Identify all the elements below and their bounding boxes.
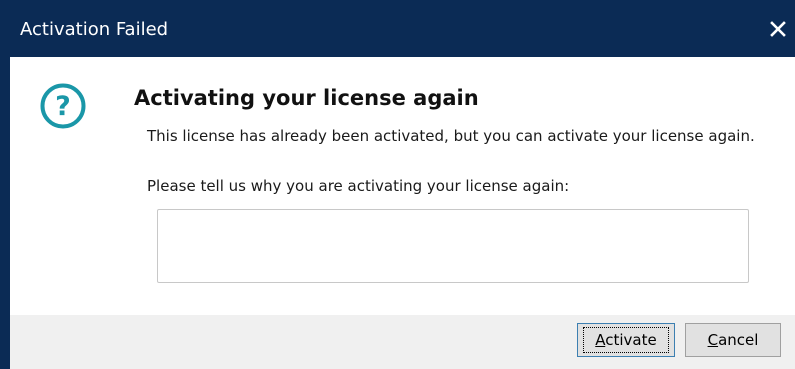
reason-input[interactable] bbox=[157, 209, 749, 283]
close-button[interactable] bbox=[761, 12, 795, 46]
activation-failed-dialog: Activation Failed ? Activating your lice… bbox=[0, 0, 795, 369]
window-title: Activation Failed bbox=[20, 19, 169, 40]
activate-mnemonic: A bbox=[595, 331, 606, 349]
question-icon: ? bbox=[40, 83, 86, 129]
activate-focus-rect: Activate bbox=[583, 327, 669, 353]
reason-prompt: Please tell us why you are activating yo… bbox=[147, 177, 570, 195]
cancel-label: ancel bbox=[718, 331, 759, 349]
cancel-label-wrap: Cancel bbox=[708, 331, 759, 349]
close-icon bbox=[770, 21, 786, 37]
activate-label: ctivate bbox=[605, 331, 657, 349]
title-bar[interactable]: Activation Failed bbox=[0, 0, 795, 57]
dialog-footer bbox=[10, 315, 795, 369]
window-frame-left bbox=[0, 57, 10, 369]
cancel-mnemonic: C bbox=[707, 331, 719, 349]
dialog-heading: Activating your license again bbox=[134, 86, 479, 110]
dialog-message: This license has already been activated,… bbox=[147, 127, 755, 145]
svg-text:?: ? bbox=[55, 91, 71, 122]
cancel-button[interactable]: Cancel bbox=[685, 323, 781, 357]
activate-button[interactable]: Activate bbox=[577, 323, 675, 357]
